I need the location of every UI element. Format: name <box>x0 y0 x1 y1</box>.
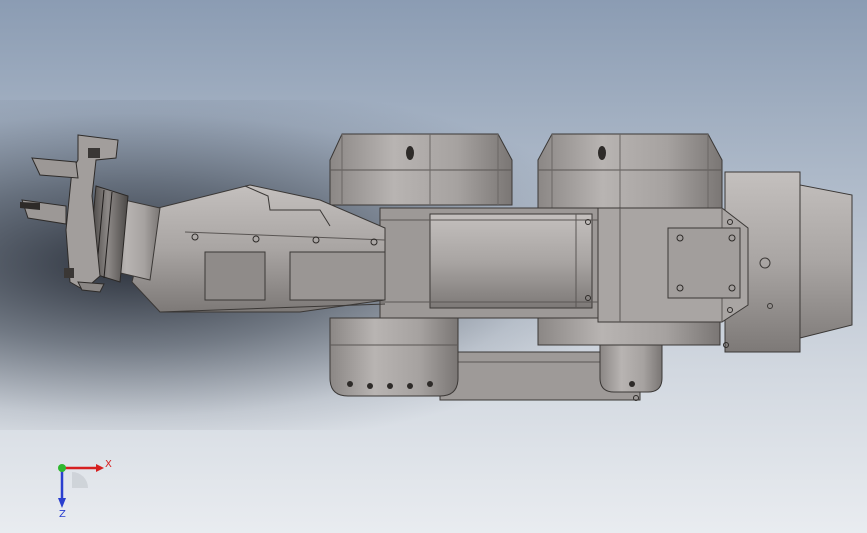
coordinate-triad: X Z <box>58 459 112 518</box>
cad-viewport[interactable]: X Z <box>0 0 867 533</box>
z-axis-label: Z <box>59 509 66 518</box>
robot-arm-model[interactable] <box>0 0 867 533</box>
upper-cylinder-left <box>329 133 513 206</box>
x-arrow-icon <box>96 464 104 472</box>
z-arrow-icon <box>58 498 66 508</box>
x-axis-label: X <box>105 459 112 470</box>
lower-cylinder-left <box>329 317 459 397</box>
y-axis-dot <box>58 464 66 472</box>
upper-cylinder-right <box>537 133 723 216</box>
main-arm <box>379 207 599 319</box>
